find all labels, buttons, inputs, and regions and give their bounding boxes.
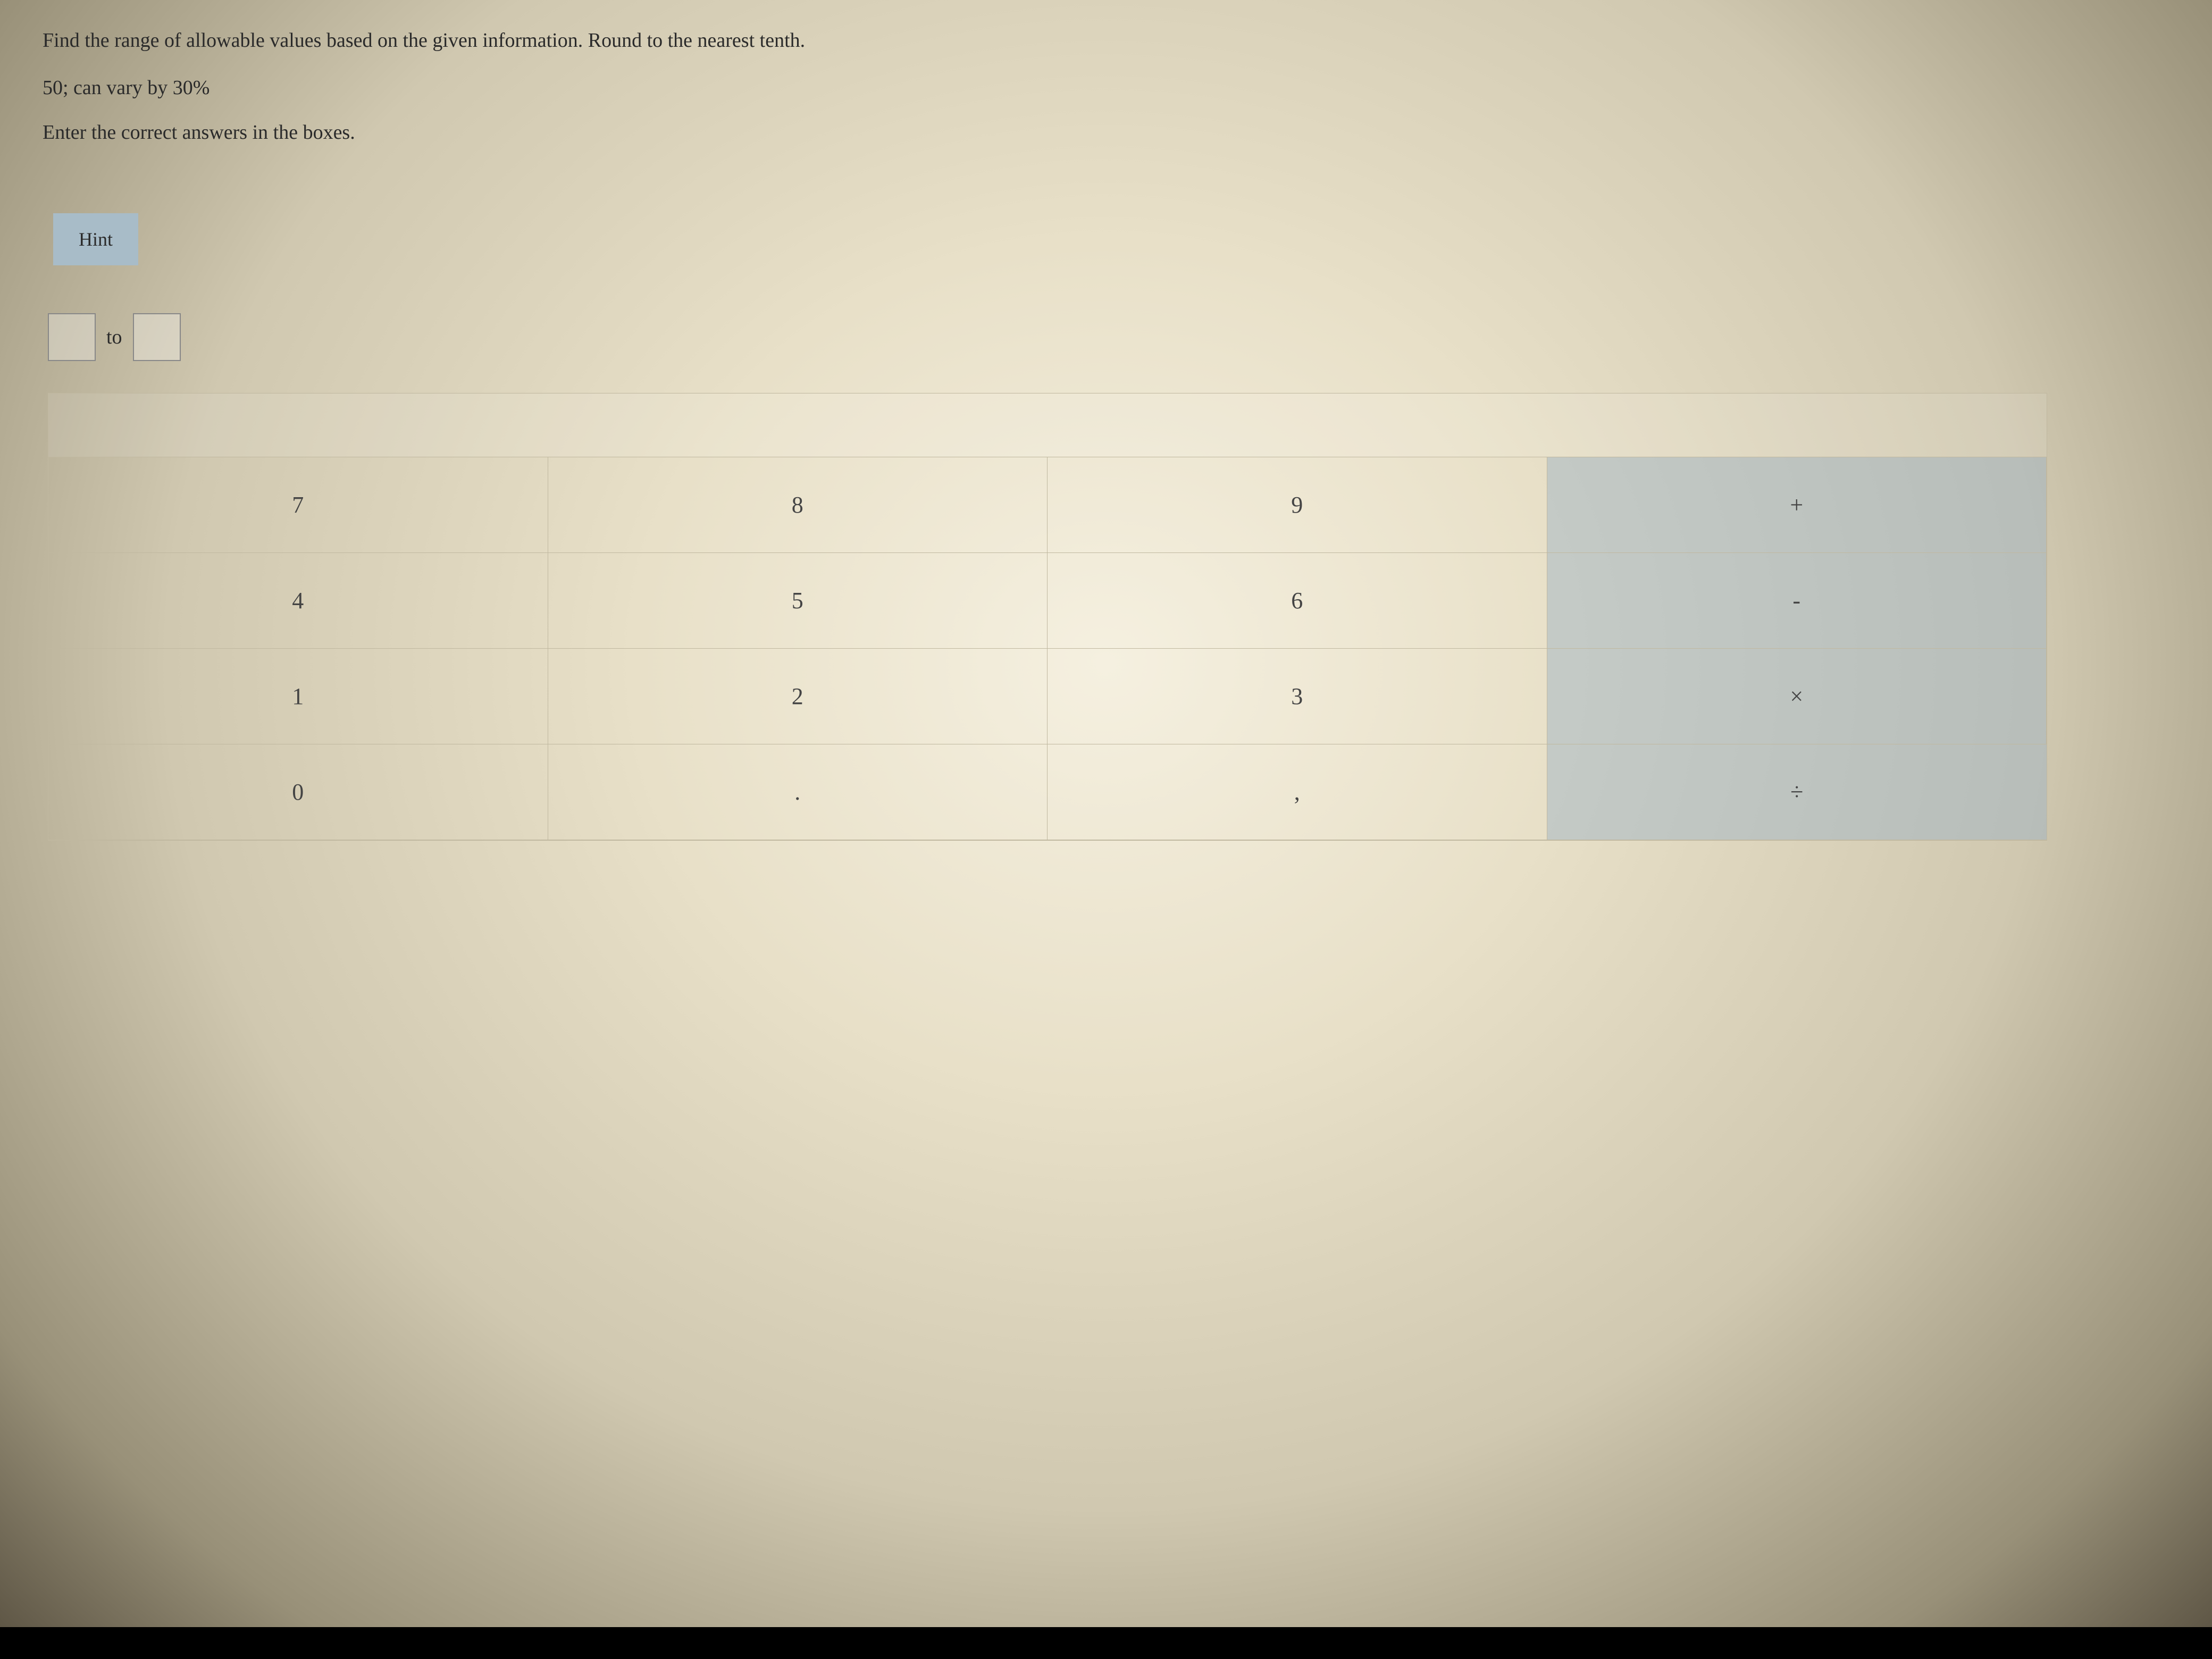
keypad-4[interactable]: 4 xyxy=(48,553,548,649)
keypad-comma[interactable]: , xyxy=(1048,744,1547,840)
keypad-6[interactable]: 6 xyxy=(1048,553,1547,649)
keypad-minus[interactable]: - xyxy=(1547,553,2047,649)
answer-connector: to xyxy=(106,325,122,349)
keypad-8[interactable]: 8 xyxy=(548,457,1048,553)
keypad-display xyxy=(48,393,2047,457)
bottom-bar xyxy=(0,1627,2212,1659)
keypad-grid: 7 8 9 + 4 5 6 - 1 2 3 × 0 . , ÷ xyxy=(48,457,2047,840)
hint-button[interactable]: Hint xyxy=(53,213,138,265)
keypad-decimal[interactable]: . xyxy=(548,744,1048,840)
keypad-plus[interactable]: + xyxy=(1547,457,2047,553)
question-given: 50; can vary by 30% xyxy=(43,76,2169,99)
question-instructions: Enter the correct answers in the boxes. xyxy=(43,121,2169,144)
keypad-divide[interactable]: ÷ xyxy=(1547,744,2047,840)
keypad-2[interactable]: 2 xyxy=(548,649,1048,744)
answer-input-low[interactable] xyxy=(48,313,96,361)
keypad: 7 8 9 + 4 5 6 - 1 2 3 × 0 . , ÷ xyxy=(48,393,2047,841)
question-prompt: Find the range of allowable values based… xyxy=(43,27,2169,55)
keypad-9[interactable]: 9 xyxy=(1048,457,1547,553)
answer-input-high[interactable] xyxy=(133,313,181,361)
keypad-1[interactable]: 1 xyxy=(48,649,548,744)
keypad-5[interactable]: 5 xyxy=(548,553,1048,649)
keypad-3[interactable]: 3 xyxy=(1048,649,1547,744)
keypad-7[interactable]: 7 xyxy=(48,457,548,553)
answer-row: to xyxy=(48,313,2169,361)
keypad-multiply[interactable]: × xyxy=(1547,649,2047,744)
keypad-0[interactable]: 0 xyxy=(48,744,548,840)
